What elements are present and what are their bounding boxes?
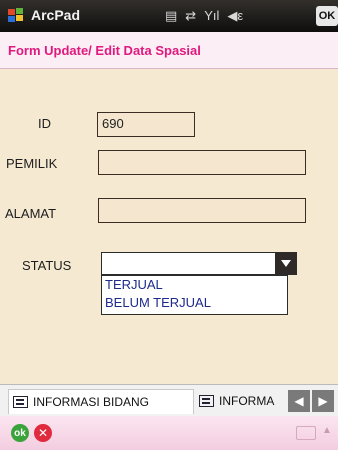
- chevron-right-icon[interactable]: ▶: [312, 390, 334, 412]
- battery-icon: ▤: [165, 8, 178, 23]
- keyboard-icon[interactable]: [296, 426, 316, 440]
- volume-icon[interactable]: ◀ε: [227, 8, 243, 24]
- keyboard-toggle-arrow-icon[interactable]: ▲: [322, 425, 332, 436]
- tab-scroll-arrows: ◀ ▶: [288, 390, 334, 412]
- tab-label: INFORMASI BIDANG: [33, 395, 150, 409]
- connectivity-icon[interactable]: ⇄: [185, 8, 196, 24]
- form-header: Form Update/ Edit Data Spasial: [0, 32, 338, 69]
- cancel-icon[interactable]: ✕: [34, 424, 52, 442]
- tab-informasi-bidang[interactable]: INFORMASI BIDANG: [8, 389, 194, 414]
- signal-icon: Yıl: [204, 8, 220, 23]
- alamat-field[interactable]: [98, 198, 306, 223]
- form-title: Form Update/ Edit Data Spasial: [8, 43, 201, 58]
- bottom-bar: ok ✕ ▲: [0, 416, 338, 450]
- status-option-belum-terjual[interactable]: BELUM TERJUAL: [102, 294, 287, 312]
- tab-informasi[interactable]: INFORMA: [195, 389, 291, 413]
- windows-start-icon[interactable]: [7, 7, 25, 25]
- ok-icon[interactable]: ok: [11, 424, 29, 442]
- title-bar: ArcPad ▤ ⇄ Yıl ◀ε OK: [0, 0, 338, 32]
- ok-button[interactable]: OK: [316, 6, 338, 26]
- tab-label: INFORMA: [219, 394, 275, 408]
- status-icons: ▤ ⇄ Yıl ◀ε: [165, 8, 243, 24]
- app-title: ArcPad: [31, 7, 81, 23]
- form-icon: [199, 395, 214, 407]
- pemilik-label: PEMILIK: [6, 156, 58, 171]
- status-option-terjual[interactable]: TERJUAL: [102, 276, 287, 294]
- chevron-left-icon[interactable]: ◀: [288, 390, 310, 412]
- tab-bar: INFORMASI BIDANG INFORMA ◀ ▶: [0, 384, 338, 417]
- status-dropdown-list: TERJUAL BELUM TERJUAL: [101, 275, 288, 315]
- alamat-label: ALAMAT: [5, 206, 57, 221]
- status-select[interactable]: [101, 252, 297, 275]
- id-label: ID: [38, 116, 51, 131]
- status-label: STATUS: [22, 258, 72, 273]
- form-icon: [13, 396, 28, 408]
- form-area: ID 690 PEMILIK ALAMAT STATUS TERJUAL BEL…: [0, 69, 338, 384]
- pemilik-field[interactable]: [98, 150, 306, 175]
- id-field[interactable]: 690: [97, 112, 195, 137]
- chevron-down-icon[interactable]: [275, 252, 297, 274]
